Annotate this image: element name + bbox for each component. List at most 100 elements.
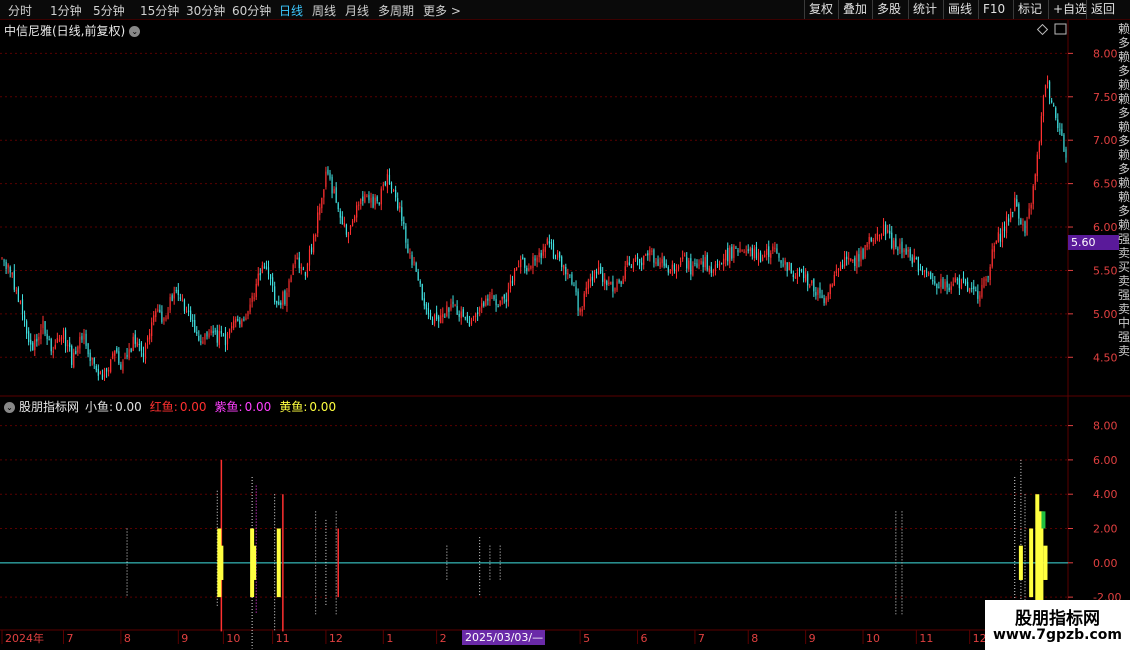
candle-body (653, 249, 655, 263)
candle-body (684, 255, 686, 257)
x-tick-label: 9 (809, 632, 816, 645)
candle-body (895, 238, 897, 248)
candle-body (403, 221, 405, 224)
candle-body (1051, 100, 1053, 103)
candle-body (479, 307, 481, 312)
candle-body (856, 252, 858, 268)
candle-body (458, 313, 460, 317)
candle-body (1020, 219, 1022, 225)
candle-body (987, 276, 989, 278)
candle-body (571, 274, 573, 285)
candle-body (720, 263, 723, 265)
indicator-name: 股朋指标网 (19, 400, 80, 414)
candle-body (120, 364, 122, 369)
main-y-tick-label: 6.50 (1093, 178, 1118, 191)
candle-body (304, 271, 307, 276)
candle-body (966, 281, 969, 291)
indicator-y-tick-label: 4.00 (1093, 488, 1118, 501)
candle-body (962, 277, 965, 281)
candle-body (993, 245, 995, 252)
candle-body (546, 239, 548, 245)
candle-body (333, 189, 335, 194)
candle-body (690, 258, 692, 275)
candle-body (105, 368, 108, 372)
candle-body (483, 302, 485, 306)
candle-body (67, 344, 69, 346)
candle-body (175, 290, 177, 292)
chart-canvas: 4.50 5.00 5.50 6.00 6.50 7.00 7.50 8.00 8.00 6.00… (0, 20, 1130, 649)
candle-body (1055, 107, 1057, 119)
candle-body (245, 317, 247, 320)
main-y-tick-label: 7.00 (1093, 134, 1118, 147)
candle-body (790, 263, 792, 274)
candle-body (1022, 224, 1024, 226)
candle-body (438, 316, 440, 322)
candle-body (848, 258, 850, 260)
x-tick-label: 2 (440, 632, 447, 645)
candle-body (880, 234, 883, 236)
candle-body (554, 258, 557, 260)
candle-body (300, 267, 302, 269)
candle-body (411, 254, 413, 265)
candle-body (825, 298, 827, 304)
candle-body (3, 260, 5, 262)
candle-body (530, 265, 532, 269)
candle-body (263, 266, 266, 269)
candle-body (302, 268, 304, 270)
candle-body (282, 292, 284, 305)
candle-body (48, 339, 50, 341)
candle-body (124, 357, 126, 360)
indicator-field-label-1: 红鱼: (149, 400, 178, 414)
candle-body (1065, 149, 1067, 158)
candle-body (923, 270, 926, 273)
candle-body (507, 289, 509, 302)
candle-body (23, 315, 26, 320)
candle-body (997, 232, 999, 242)
candle-body (636, 256, 639, 259)
candle-body (60, 337, 63, 342)
candle-body (714, 264, 717, 272)
candle-body (973, 286, 975, 290)
candle-body (298, 257, 300, 269)
candle-body (608, 282, 610, 285)
candle-body (768, 246, 770, 257)
candle-body (347, 231, 350, 237)
candle-body (817, 289, 819, 296)
candle-body (696, 263, 698, 268)
x-tick-label: 9 (181, 632, 188, 645)
candle-body (778, 253, 780, 258)
candle-body (958, 278, 960, 289)
candle-body (515, 267, 518, 271)
candle-body (702, 261, 704, 268)
candle-body (477, 312, 479, 315)
candle-body (751, 247, 753, 257)
candle-body (776, 248, 778, 254)
candle-body (903, 249, 905, 253)
candle-body (501, 296, 503, 300)
candle-body (284, 290, 286, 305)
candle-body (597, 267, 600, 275)
x-tick-label: 8 (751, 632, 758, 645)
candle-body (540, 253, 542, 258)
candle-body (356, 205, 358, 218)
candle-body (99, 372, 102, 375)
candle-body (665, 263, 667, 268)
candle-body (647, 253, 649, 256)
candle-body (969, 288, 971, 292)
candle-body (872, 240, 874, 242)
candle-body (843, 257, 846, 267)
candle-body (433, 314, 436, 324)
candle-body (784, 260, 786, 265)
candle-body (421, 283, 423, 300)
cursor-date-label: 2025/03/03/— (462, 630, 545, 645)
candle-body (981, 284, 983, 297)
candle-body (591, 276, 594, 281)
candle-body (126, 354, 128, 357)
candle-body (645, 254, 647, 256)
chevron-down-icon[interactable]: ⌄ (4, 402, 15, 413)
candle-body (388, 174, 391, 185)
x-tick-label: 6 (641, 632, 648, 645)
candle-body (409, 252, 411, 254)
candle-body (559, 252, 561, 258)
main-y-tick-label: 5.50 (1093, 264, 1118, 277)
